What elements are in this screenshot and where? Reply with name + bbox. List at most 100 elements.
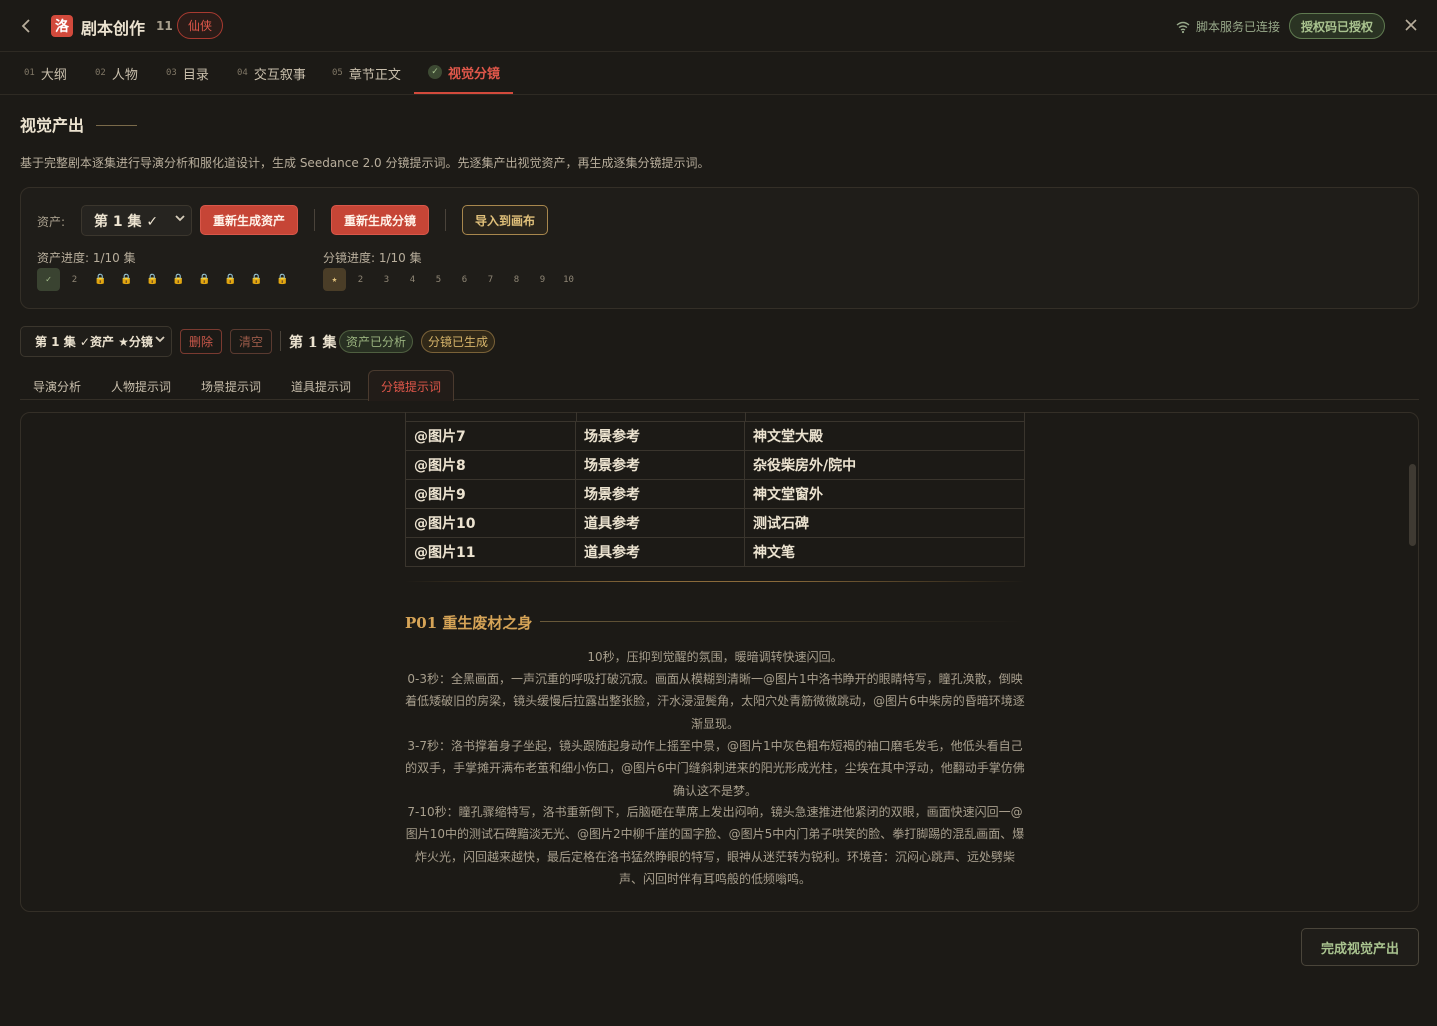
storyboard-chip-4[interactable]: 4 <box>401 268 424 291</box>
step-number: 04 <box>237 68 248 78</box>
lock-icon: 🔒 <box>146 274 159 285</box>
chevron-down-icon <box>175 213 185 226</box>
tab-director-analysis[interactable]: 导演分析 <box>33 378 81 395</box>
import-canvas-button[interactable]: 导入到画布 <box>462 205 548 235</box>
table-cell: 神文笔 <box>744 537 1025 567</box>
table-row-partial <box>405 412 1025 421</box>
storyboard-chip-3[interactable]: 3 <box>375 268 398 291</box>
storyboard-chip-6[interactable]: 6 <box>453 268 476 291</box>
storyboard-chip-9[interactable]: 9 <box>531 268 554 291</box>
table-row: @图片8 场景参考 杂役柴房外/院中 <box>405 450 1025 480</box>
episode-select[interactable]: 第 1 集 ✓ <box>81 205 192 236</box>
table-row: @图片11 道具参考 神文笔 <box>405 537 1025 567</box>
step-tabs: 01 大纲 02 人物 03 目录 04 交互叙事 05 章节正文 ✓ 视觉分镜 <box>0 52 1437 95</box>
asset-chip-2[interactable]: 2 <box>63 268 86 291</box>
scene-summary: 10秒，压抑到觉醒的氛围，暖暗调转快速闪回。 <box>587 650 843 664</box>
scene-shot-2: 3-7秒：洛书撑着身子坐起，镜头跟随起身动作上摇至中景，@图片1中灰色粗布短褐的… <box>405 739 1025 798</box>
lock-icon: 🔒 <box>198 274 211 285</box>
table-row: @图片7 场景参考 神文堂大殿 <box>405 421 1025 451</box>
storyboard-chip-10[interactable]: 10 <box>557 268 580 291</box>
storyboard-generated-badge: 分镜已生成 <box>421 330 496 353</box>
clear-button[interactable]: 清空 <box>230 329 272 354</box>
scene-shot-3: 7-10秒：瞳孔骤缩特写，洛书重新倒下，后脑砸在草席上发出闷响，镜头急速推进他紧… <box>405 805 1025 886</box>
table-cell: @图片8 <box>405 450 576 480</box>
table-cell: 测试石碑 <box>744 508 1025 538</box>
app-logo: 洛 <box>51 15 73 37</box>
delete-button[interactable]: 删除 <box>180 329 222 354</box>
asset-chip-1[interactable]: ✓ <box>37 268 60 291</box>
table-cell: @图片11 <box>405 537 576 567</box>
storyboard-chip-5[interactable]: 5 <box>427 268 450 291</box>
step-label: 交互叙事 <box>253 67 306 83</box>
back-arrow-icon[interactable] <box>16 14 36 38</box>
episode-select-value: 第 1 集 ✓ <box>94 213 159 230</box>
table-cell: 神文堂大殿 <box>744 421 1025 451</box>
asset-label: 资产: <box>37 215 66 229</box>
reference-table: @图片7 场景参考 神文堂大殿 @图片8 场景参考 杂役柴房外/院中 @图片9 … <box>405 421 1025 567</box>
storyboard-progress-label: 分镜进度: 1/10 集 <box>323 251 422 265</box>
step-label: 章节正文 <box>348 67 401 83</box>
step-tab-characters[interactable]: 02 人物 <box>95 52 138 94</box>
lock-icon: 🔒 <box>120 274 133 285</box>
step-tab-outline[interactable]: 01 大纲 <box>24 52 67 94</box>
table-cell: 场景参考 <box>575 421 745 451</box>
tab-storyboard-prompts[interactable]: 分镜提示词 <box>368 370 454 401</box>
step-tab-storyboard[interactable]: ✓ 视觉分镜 <box>414 52 513 94</box>
tab-scene-prompts[interactable]: 场景提示词 <box>201 378 261 395</box>
asset-progress-label: 资产进度: 1/10 集 <box>37 251 136 265</box>
step-label: 目录 <box>182 67 209 83</box>
auth-status-badge[interactable]: 授权码已授权 <box>1289 13 1386 39</box>
project-count: 11 <box>156 19 173 33</box>
step-number: 01 <box>24 68 35 78</box>
chevron-down-icon <box>155 334 165 347</box>
step-label: 视觉分镜 <box>448 66 501 82</box>
scrollbar-thumb[interactable] <box>1409 464 1416 546</box>
table-cell: 道具参考 <box>575 508 745 538</box>
step-label: 人物 <box>111 67 138 83</box>
lock-icon: 🔒 <box>276 274 289 285</box>
genre-badge: 仙侠 <box>177 12 224 39</box>
section-divider <box>405 581 1025 582</box>
table-cell: @图片7 <box>405 421 576 451</box>
storyboard-chip-8[interactable]: 8 <box>505 268 528 291</box>
episode-title: 第 1 集 <box>289 335 337 351</box>
step-number: 03 <box>166 68 177 78</box>
divider <box>280 331 281 351</box>
step-label: 大纲 <box>40 67 67 83</box>
assets-analyzed-badge: 资产已分析 <box>339 330 414 353</box>
regenerate-storyboard-button[interactable]: 重新生成分镜 <box>331 205 429 235</box>
step-tab-catalog[interactable]: 03 目录 <box>166 52 209 94</box>
divider <box>445 209 446 231</box>
title-divider <box>96 125 137 126</box>
close-icon[interactable] <box>1400 14 1422 36</box>
step-tab-chapters[interactable]: 05 章节正文 <box>332 52 401 94</box>
app-header: 洛 剧本创作 11 仙侠 脚本服务已连接 授权码已授权 <box>0 0 1437 52</box>
scene-shot-1: 0-3秒：全黑画面，一声沉重的呼吸打破沉寂。画面从模糊到清晰一@图片1中洛书睁开… <box>405 672 1025 731</box>
finish-visual-output-button[interactable]: 完成视觉产出 <box>1301 928 1419 966</box>
scene-title-rule <box>540 621 1025 622</box>
table-cell: 场景参考 <box>575 450 745 480</box>
table-cell: @图片9 <box>405 479 576 509</box>
tab-prop-prompts[interactable]: 道具提示词 <box>291 378 351 395</box>
step-tab-interactive[interactable]: 04 交互叙事 <box>237 52 306 94</box>
wifi-icon <box>1176 21 1190 33</box>
table-cell: 场景参考 <box>575 479 745 509</box>
regenerate-assets-button[interactable]: 重新生成资产 <box>200 205 298 235</box>
episode-detail-select[interactable]: 第 1 集 ✓资产 ★分镜 <box>20 326 172 357</box>
step-number: 02 <box>95 68 106 78</box>
storyboard-chip-1[interactable]: ★ <box>323 268 346 291</box>
section-title: 视觉产出 <box>20 116 85 135</box>
app-title: 剧本创作 <box>81 19 146 38</box>
scene-title: P01 重生废材之身 <box>405 614 533 632</box>
connection-status: 脚本服务已连接 <box>1176 18 1280 35</box>
table-cell: @图片10 <box>405 508 576 538</box>
connection-label: 脚本服务已连接 <box>1196 20 1281 34</box>
lock-icon: 🔒 <box>224 274 237 285</box>
lock-icon: 🔒 <box>250 274 263 285</box>
check-icon: ✓ <box>428 65 442 79</box>
storyboard-chip-7[interactable]: 7 <box>479 268 502 291</box>
storyboard-chip-2[interactable]: 2 <box>349 268 372 291</box>
step-number: 05 <box>332 68 343 78</box>
divider <box>314 209 315 231</box>
tab-character-prompts[interactable]: 人物提示词 <box>111 378 171 395</box>
